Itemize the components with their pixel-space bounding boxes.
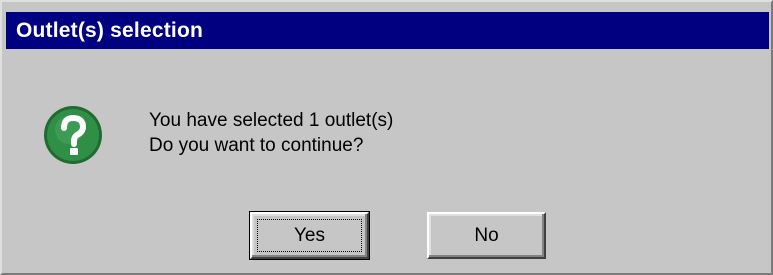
dialog-titlebar[interactable]: Outlet(s) selection xyxy=(6,12,769,49)
message-line-1: You have selected 1 outlet(s) xyxy=(149,110,394,131)
focus-rectangle xyxy=(257,219,362,252)
confirmation-dialog: Outlet(s) selection You have selected 1 … xyxy=(0,0,773,275)
message-line-2: Do you want to continue? xyxy=(149,135,364,156)
no-button-label: No xyxy=(474,224,499,246)
yes-button[interactable]: Yes xyxy=(249,211,370,260)
no-button[interactable]: No xyxy=(427,212,546,259)
dialog-message: You have selected 1 outlet(s) Do you wan… xyxy=(149,108,393,158)
dialog-title: Outlet(s) selection xyxy=(16,19,203,42)
question-icon xyxy=(42,104,104,166)
